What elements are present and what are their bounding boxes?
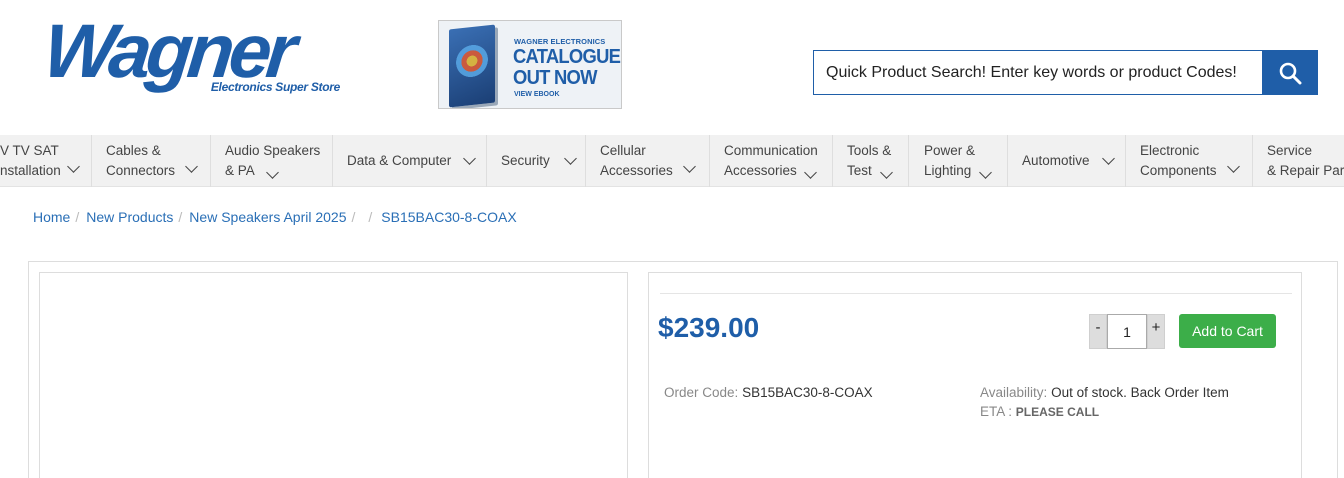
catalogue-view-ebook-link[interactable]: VIEW EBOOK	[514, 91, 560, 98]
breadcrumb-home[interactable]: Home	[33, 209, 70, 225]
chevron-down-icon	[563, 151, 577, 165]
nav-item-service-repair[interactable]: Service & Repair Part	[1253, 135, 1344, 187]
nav-item-automotive[interactable]: Automotive	[1008, 135, 1126, 187]
logo-wordmark: Wagner	[39, 9, 296, 94]
eta-value: PLEASE CALL	[1015, 405, 1100, 419]
quantity-increment-button[interactable]: +	[1147, 314, 1165, 349]
site-logo[interactable]: Wagner Electronics Super Store	[40, 9, 360, 100]
order-code-value: SB15BAC30-8-COAX	[742, 385, 873, 400]
nav-item-electronic-components[interactable]: Electronic Components	[1126, 135, 1253, 187]
chevron-down-icon	[463, 151, 477, 165]
catalogue-cover-image	[449, 24, 495, 108]
breadcrumb-new-products[interactable]: New Products	[86, 209, 173, 225]
breadcrumb-separator: /	[75, 209, 80, 225]
nav-item-tv-sat[interactable]: V TV SAT nstallation	[0, 135, 92, 187]
chevron-down-icon	[185, 159, 198, 173]
product-info-panel	[648, 272, 1302, 478]
nav-item-security[interactable]: Security	[487, 135, 586, 187]
breadcrumb-new-speakers[interactable]: New Speakers April 2025	[189, 209, 346, 225]
product-price: $239.00	[658, 312, 760, 343]
eta-label: ETA :	[980, 404, 1013, 419]
quantity-decrement-button[interactable]: -	[1089, 314, 1107, 349]
chevron-down-icon	[1226, 159, 1240, 173]
breadcrumb-separator: /	[351, 209, 356, 225]
availability-label: Availability:	[980, 385, 1048, 400]
breadcrumb-current: SB15BAC30-8-COAX	[381, 209, 517, 225]
nav-item-cables[interactable]: Cables & Connectors	[92, 135, 211, 187]
order-code: Order Code: SB15BAC30-8-COAX	[664, 385, 873, 400]
quantity-input[interactable]	[1107, 314, 1147, 349]
catalogue-banner[interactable]: WAGNER ELECTRONICS CATALOGUE OUT NOW VIE…	[438, 20, 622, 109]
nav-item-power-lighting[interactable]: Power & Lighting	[909, 135, 1008, 187]
nav-item-data-computer[interactable]: Data & Computer	[333, 135, 487, 187]
catalogue-small-text: WAGNER ELECTRONICS	[514, 37, 606, 46]
availability-value: Out of stock. Back Order Item	[1051, 385, 1229, 400]
catalogue-headline: CATALOGUE OUT NOW	[513, 46, 621, 89]
nav-item-cellular[interactable]: Cellular Accessories	[586, 135, 710, 187]
chevron-down-icon	[66, 159, 80, 173]
breadcrumb-separator: /	[368, 209, 373, 225]
nav-item-audio[interactable]: Audio Speakers & PA	[211, 135, 333, 187]
nav-item-tools-test[interactable]: Tools & Test	[833, 135, 909, 187]
search-button[interactable]	[1262, 50, 1318, 95]
breadcrumb-separator: /	[178, 209, 183, 225]
order-code-label: Order Code:	[664, 385, 739, 400]
breadcrumb: Home / New Products / New Speakers April…	[33, 209, 517, 225]
search-input[interactable]	[813, 50, 1263, 95]
chevron-down-icon	[1101, 151, 1115, 165]
main-nav: V TV SAT nstallation Cables & Connectors…	[0, 135, 1344, 187]
logo-tagline: Electronics Super Store	[210, 80, 340, 94]
product-image-panel	[39, 272, 628, 478]
search-icon	[1279, 62, 1302, 84]
add-to-cart-button[interactable]: Add to Cart	[1179, 314, 1276, 348]
chevron-down-icon	[682, 159, 696, 173]
availability: Availability: Out of stock. Back Order I…	[980, 385, 1229, 400]
chevron-down-icon	[979, 166, 992, 179]
nav-item-communication[interactable]: Communication Accessories	[710, 135, 833, 187]
eta: ETA : PLEASE CALL	[980, 404, 1099, 419]
info-divider	[660, 293, 1292, 294]
